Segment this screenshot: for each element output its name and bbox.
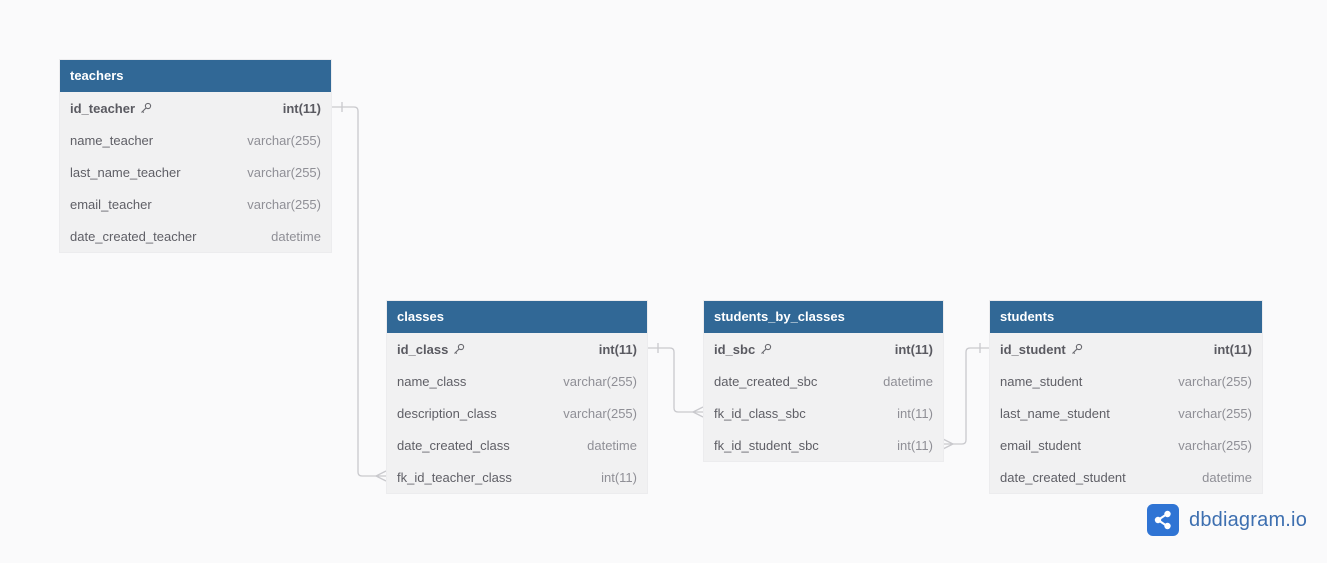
field-name-text: fk_id_student_sbc <box>714 437 819 453</box>
field-name: fk_id_class_sbc <box>714 406 806 421</box>
field-name: last_name_student <box>1000 406 1110 421</box>
primary-key-icon <box>453 343 465 355</box>
field-name: name_class <box>397 374 466 389</box>
field-type: int(11) <box>894 341 933 357</box>
field-name-text: fk_id_teacher_class <box>397 469 512 485</box>
field-name-text: last_name_teacher <box>70 164 181 180</box>
field-row-name-student[interactable]: name_student varchar(255) <box>990 365 1262 397</box>
table-students-by-classes[interactable]: students_by_classes id_sbc int(11) date_cr… <box>704 301 943 461</box>
field-row-id-class[interactable]: id_class int(11) <box>387 333 647 365</box>
relationship-teachers-classes[interactable] <box>331 102 387 482</box>
field-name: date_created_class <box>397 438 510 453</box>
field-name-text: name_teacher <box>70 132 154 148</box>
field-name: id_student <box>1000 342 1083 357</box>
field-name: name_student <box>1000 374 1082 389</box>
field-type: varchar(255) <box>1178 373 1252 389</box>
field-name: id_teacher <box>70 101 152 116</box>
field-name-text: id_teacher <box>70 100 136 116</box>
field-row-name-class[interactable]: name_class varchar(255) <box>387 365 647 397</box>
field-name: date_created_sbc <box>714 374 817 389</box>
field-name-text: date_created_class <box>397 437 510 453</box>
field-name-text: name_student <box>1000 373 1083 389</box>
relationship-classes-sbc[interactable] <box>647 343 704 418</box>
primary-key-icon <box>760 343 772 355</box>
field-row-last-name-student[interactable]: last_name_student varchar(255) <box>990 397 1262 429</box>
field-name: email_teacher <box>70 197 152 212</box>
field-row-id-student[interactable]: id_student int(11) <box>990 333 1262 365</box>
field-type: datetime <box>1202 469 1252 485</box>
field-row-date-created-teacher[interactable]: date_created_teacher datetime <box>60 220 331 252</box>
share-icon <box>1147 504 1179 536</box>
field-type: int(11) <box>601 469 637 485</box>
field-name-text: email_student <box>1000 437 1081 453</box>
field-name: email_student <box>1000 438 1081 453</box>
table-students[interactable]: students id_student int(11) name_student va… <box>990 301 1262 493</box>
field-type: int(11) <box>282 100 321 116</box>
field-name: fk_id_teacher_class <box>397 470 512 485</box>
field-name-text: id_student <box>1000 341 1066 357</box>
field-row-description-class[interactable]: description_class varchar(255) <box>387 397 647 429</box>
field-row-date-created-student[interactable]: date_created_student datetime <box>990 461 1262 493</box>
field-name: description_class <box>397 406 497 421</box>
field-row-name-teacher[interactable]: name_teacher varchar(255) <box>60 124 331 156</box>
many-marker <box>374 470 387 482</box>
field-type: varchar(255) <box>1178 405 1252 421</box>
field-type: datetime <box>271 228 321 244</box>
field-row-id-teacher[interactable]: id_teacher int(11) <box>60 92 331 124</box>
field-name-text: date_created_teacher <box>70 228 197 244</box>
field-type: datetime <box>883 373 933 389</box>
field-type: int(11) <box>897 405 933 421</box>
field-name: fk_id_student_sbc <box>714 438 819 453</box>
field-row-fk-id-teacher-class[interactable]: fk_id_teacher_class int(11) <box>387 461 647 493</box>
field-row-email-student[interactable]: email_student varchar(255) <box>990 429 1262 461</box>
table-classes[interactable]: classes id_class int(11) name_class varchar… <box>387 301 647 493</box>
field-row-date-created-sbc[interactable]: date_created_sbc datetime <box>704 365 943 397</box>
field-type: datetime <box>587 437 637 453</box>
primary-key-icon <box>140 102 152 114</box>
many-marker <box>691 406 704 418</box>
field-name-text: description_class <box>397 405 497 421</box>
relationship-students-sbc[interactable] <box>942 343 990 450</box>
field-type: varchar(255) <box>1178 437 1252 453</box>
field-name-text: id_sbc <box>714 341 756 357</box>
field-name: last_name_teacher <box>70 165 181 180</box>
field-type: varchar(255) <box>563 373 637 389</box>
field-row-fk-id-class-sbc[interactable]: fk_id_class_sbc int(11) <box>704 397 943 429</box>
field-name-text: email_teacher <box>70 196 152 212</box>
field-name-text: fk_id_class_sbc <box>714 405 806 421</box>
table-header[interactable]: students_by_classes <box>704 301 943 333</box>
dbdiagram-brand[interactable]: dbdiagram.io <box>1147 504 1307 536</box>
field-row-email-teacher[interactable]: email_teacher varchar(255) <box>60 188 331 220</box>
table-header[interactable]: classes <box>387 301 647 333</box>
table-header[interactable]: students <box>990 301 1262 333</box>
field-name: id_class <box>397 342 465 357</box>
brand-name: dbdiagram.io <box>1189 508 1308 531</box>
field-type: varchar(255) <box>247 164 321 180</box>
field-row-fk-id-student-sbc[interactable]: fk_id_student_sbc int(11) <box>704 429 943 461</box>
field-row-id-sbc[interactable]: id_sbc int(11) <box>704 333 943 365</box>
diagram-canvas[interactable]: teachers id_teacher int(11) name_teacher va… <box>0 0 1327 563</box>
field-name: date_created_teacher <box>70 229 196 244</box>
field-type: int(11) <box>1213 341 1252 357</box>
field-type: varchar(255) <box>247 196 321 212</box>
field-type: varchar(255) <box>563 405 637 421</box>
many-marker <box>942 438 955 450</box>
field-type: varchar(255) <box>247 132 321 148</box>
field-name-text: date_created_student <box>1000 469 1126 485</box>
field-type: int(11) <box>897 437 933 453</box>
field-row-last-name-teacher[interactable]: last_name_teacher varchar(255) <box>60 156 331 188</box>
field-type: int(11) <box>598 341 637 357</box>
field-row-date-created-class[interactable]: date_created_class datetime <box>387 429 647 461</box>
field-name: date_created_student <box>1000 470 1126 485</box>
table-header[interactable]: teachers <box>60 60 331 92</box>
table-teachers[interactable]: teachers id_teacher int(11) name_teacher va… <box>60 60 331 252</box>
field-name-text: name_class <box>397 373 467 389</box>
field-name-text: id_class <box>397 341 449 357</box>
field-name-text: date_created_sbc <box>714 373 818 389</box>
primary-key-icon <box>1071 343 1083 355</box>
field-name-text: last_name_student <box>1000 405 1110 421</box>
field-name: name_teacher <box>70 133 153 148</box>
field-name: id_sbc <box>714 342 772 357</box>
